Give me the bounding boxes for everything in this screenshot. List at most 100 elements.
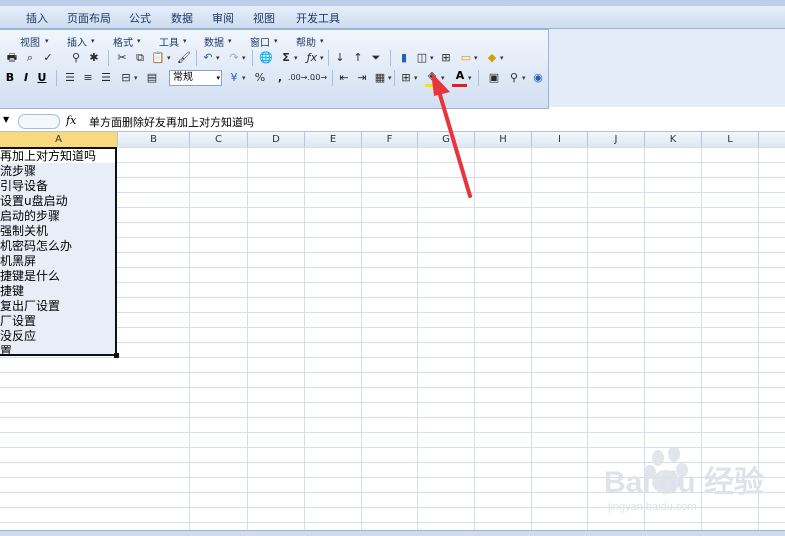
comma-button[interactable]: , [272, 70, 288, 86]
align-left-icon[interactable]: ☰ [62, 70, 78, 86]
submenu-format[interactable]: 格式 [113, 34, 133, 49]
currency-icon[interactable]: ¥ [226, 70, 242, 86]
sheet-tab-bar[interactable] [0, 530, 785, 536]
column-header-d[interactable]: D [248, 132, 305, 147]
menu-insert[interactable]: 插入 [26, 10, 48, 26]
menu-developer[interactable]: 开发工具 [296, 10, 340, 26]
underline-button[interactable]: U [34, 70, 50, 86]
column-header-i[interactable]: I [532, 132, 588, 147]
submenu-view[interactable]: 视图 [20, 34, 40, 49]
formula-cancel-button[interactable] [18, 114, 60, 129]
zoom-icon[interactable]: ⚲ [506, 70, 522, 86]
insert-function-icon[interactable]: ƒx [304, 50, 320, 66]
help-icon[interactable]: ◉ [530, 70, 546, 86]
hyperlink-icon[interactable]: 🌐 [258, 50, 274, 66]
dropdown-arrow-icon[interactable]: ▾ [216, 54, 220, 62]
picture-icon[interactable]: ▣ [486, 70, 502, 86]
table-icon[interactable]: ⊞ [438, 50, 454, 66]
dropdown-arrow-icon[interactable]: ▾ [500, 54, 504, 62]
column-header-b[interactable]: B [118, 132, 190, 147]
cell-a6[interactable]: 强制关机 [0, 224, 48, 239]
column-header-a[interactable]: A [0, 132, 118, 147]
drawing-icon[interactable]: ◫ [414, 50, 430, 66]
folder-icon[interactable]: ▭ [458, 50, 474, 66]
submenu-window[interactable]: 窗口 [250, 34, 270, 49]
column-header-h[interactable]: H [475, 132, 532, 147]
column-header-f[interactable]: F [362, 132, 418, 147]
dropdown-arrow-icon[interactable]: ▾ [242, 54, 246, 62]
sort-descending-icon[interactable]: ↑ [350, 50, 366, 66]
number-format-select[interactable]: 常规 ▾ [169, 70, 222, 86]
fill-handle[interactable] [114, 353, 119, 358]
borders-icon[interactable]: ⊞ [398, 70, 414, 86]
dropdown-arrow-icon[interactable]: ▾ [242, 74, 246, 82]
cell-a4[interactable]: 设置u盘启动 [0, 194, 68, 209]
cell-a10[interactable]: 捷键 [0, 284, 24, 299]
copy-icon[interactable]: ⧉ [132, 50, 148, 66]
cell-a2[interactable]: 流步骤 [0, 164, 36, 179]
cut-icon[interactable]: ✂ [114, 50, 130, 66]
cell-a1[interactable]: 再加上对方知道吗 [0, 149, 96, 164]
formula-input[interactable]: 单方面删除好友再加上对方知道吗 [89, 114, 254, 130]
format-painter-icon[interactable]: 🖌 [176, 50, 192, 66]
spelling-icon[interactable]: ✓ [40, 50, 56, 66]
submenu-data[interactable]: 数据 [204, 34, 224, 49]
cell-a3[interactable]: 引导设备 [0, 179, 48, 194]
column-header-k[interactable]: K [645, 132, 702, 147]
dropdown-arrow-icon[interactable]: ▾ [430, 54, 434, 62]
column-header-e[interactable]: E [305, 132, 362, 147]
redo-icon[interactable]: ↷ [226, 50, 242, 66]
selected-range[interactable]: 再加上对方知道吗 流步骤 引导设备 设置u盘启动 启动的步骤 强制关机 机密码怎… [0, 147, 117, 359]
autosum-icon[interactable]: Σ [278, 50, 294, 66]
menu-view[interactable]: 视图 [253, 10, 275, 26]
dropdown-arrow-icon[interactable]: ▾ [522, 74, 526, 82]
cell-a7[interactable]: 机密码怎么办 [0, 239, 72, 254]
chart-wizard-icon[interactable]: ▮ [396, 50, 412, 66]
increase-decimal-button[interactable]: .00→.0 [288, 70, 315, 86]
cell-a11[interactable]: 复出厂设置 [0, 299, 60, 314]
diamond-icon[interactable]: ◆ [484, 50, 500, 66]
filter-icon[interactable]: ⏷ [368, 50, 384, 66]
dropdown-arrow-icon[interactable]: ▾ [320, 54, 324, 62]
dropdown-arrow-icon[interactable]: ▾ [388, 74, 392, 82]
cell-a14[interactable]: 置 [0, 344, 12, 359]
dropdown-arrow-icon[interactable]: ▾ [167, 54, 171, 62]
column-header-c[interactable]: C [190, 132, 248, 147]
dropdown-arrow-icon[interactable]: ▾ [294, 54, 298, 62]
submenu-help[interactable]: 帮助 [296, 34, 316, 49]
align-center-icon[interactable]: ≡ [80, 70, 96, 86]
undo-icon[interactable]: ↶ [200, 50, 216, 66]
percent-button[interactable]: % [252, 70, 268, 86]
column-header-j[interactable]: J [588, 132, 645, 147]
cell-a8[interactable]: 机黑屏 [0, 254, 36, 269]
dropdown-arrow-icon[interactable]: ▾ [414, 74, 418, 82]
insert-function-button[interactable]: fx [66, 114, 76, 127]
paste-icon[interactable]: 📋 [150, 50, 166, 66]
italic-button[interactable]: I [18, 70, 34, 86]
decrease-indent-icon[interactable]: ⇤ [336, 70, 352, 86]
menu-formulas[interactable]: 公式 [129, 10, 151, 26]
dropdown-arrow-icon[interactable]: ▾ [474, 54, 478, 62]
print-icon[interactable]: 🖶 [4, 50, 20, 66]
submenu-tools[interactable]: 工具 [159, 34, 179, 49]
increase-indent-icon[interactable]: ⇥ [354, 70, 370, 86]
cell-a12[interactable]: 厂设置 [0, 314, 36, 329]
format-cells-icon[interactable]: ▦ [372, 70, 388, 86]
dropdown-arrow-icon[interactable]: ▾ [134, 74, 138, 82]
name-box-dropdown-icon[interactable]: ▼ [3, 115, 9, 124]
research-icon[interactable]: ⚲ [68, 50, 84, 66]
menu-page-layout[interactable]: 页面布局 [67, 10, 111, 26]
decrease-decimal-icon[interactable]: .0→ [310, 70, 330, 86]
cell-a5[interactable]: 启动的步骤 [0, 209, 60, 224]
merge-center-icon[interactable]: ⊟ [118, 70, 134, 86]
cell-a9[interactable]: 捷键是什么 [0, 269, 60, 284]
print-preview-icon[interactable]: ⌕ [22, 50, 38, 66]
sort-ascending-icon[interactable]: ↓ [332, 50, 348, 66]
bold-button[interactable]: B [2, 70, 18, 86]
cell-a13[interactable]: 没反应 [0, 329, 36, 344]
align-right-icon[interactable]: ☰ [98, 70, 114, 86]
column-header-l[interactable]: L [702, 132, 759, 147]
wrap-text-icon[interactable]: ▤ [144, 70, 160, 86]
menu-review[interactable]: 审阅 [212, 10, 234, 26]
permission-icon[interactable]: ✱ [86, 50, 102, 66]
